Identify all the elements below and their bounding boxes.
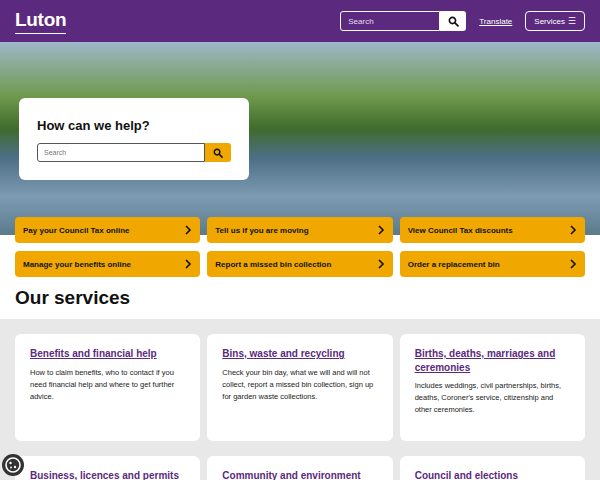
logo[interactable]: Luton	[15, 9, 66, 34]
help-search	[37, 143, 231, 162]
quick-link[interactable]: Pay your Council Tax online	[15, 217, 200, 243]
quick-link[interactable]: View Council Tax discounts	[400, 217, 585, 243]
service-title[interactable]: Bins, waste and recycling	[222, 347, 377, 361]
quick-link[interactable]: Order a replacement bin	[400, 251, 585, 277]
service-title[interactable]: Business, licences and permits	[30, 469, 185, 480]
help-search-input[interactable]	[37, 143, 205, 162]
service-card[interactable]: Council and elections	[400, 456, 585, 480]
search-icon	[213, 148, 223, 158]
quick-link[interactable]: Manage your benefits online	[15, 251, 200, 277]
chevron-right-icon	[569, 225, 577, 235]
quick-link[interactable]: Report a missed bin collection	[207, 251, 392, 277]
header-search-button[interactable]	[440, 11, 466, 31]
help-card: How can we help?	[19, 98, 249, 180]
service-title[interactable]: Benefits and financial help	[30, 347, 185, 361]
cookie-icon	[4, 456, 22, 474]
service-card[interactable]: Community and environment	[207, 456, 392, 480]
service-card[interactable]: Bins, waste and recycling Check your bin …	[207, 334, 392, 441]
translate-link[interactable]: Translate	[479, 17, 512, 26]
services-label: Services	[534, 17, 565, 26]
chevron-right-icon	[377, 259, 385, 269]
chevron-right-icon	[569, 259, 577, 269]
services-section: Benefits and financial help How to claim …	[0, 319, 600, 480]
menu-icon: ☰	[568, 16, 576, 26]
service-card[interactable]: Births, deaths, marriages and ceremonies…	[400, 334, 585, 441]
service-description: How to claim benefits, who to contact if…	[30, 367, 185, 403]
page: Luton Translate Services☰ How can we help? P…	[0, 0, 600, 480]
service-title[interactable]: Births, deaths, marriages and ceremonies	[415, 347, 570, 374]
header: Luton Translate Services☰	[0, 0, 600, 42]
hero-photo: How can we help?	[0, 42, 600, 235]
service-card[interactable]: Benefits and financial help How to claim …	[15, 334, 200, 441]
chevron-right-icon	[184, 259, 192, 269]
cookie-settings-button[interactable]	[2, 454, 24, 476]
quick-link[interactable]: Tell us if you are moving	[207, 217, 392, 243]
help-search-button[interactable]	[205, 143, 231, 162]
service-title[interactable]: Council and elections	[415, 469, 570, 480]
header-search	[340, 11, 466, 31]
chevron-right-icon	[377, 225, 385, 235]
service-description: Includes weddings, civil partnerships, b…	[415, 380, 570, 416]
services-heading: Our services	[15, 287, 585, 309]
search-icon	[448, 16, 459, 27]
services-menu-button[interactable]: Services☰	[525, 11, 585, 31]
chevron-right-icon	[184, 225, 192, 235]
service-description: Check your bin day, what we will and wil…	[222, 367, 377, 403]
quick-links: Pay your Council Tax online Tell us if yo…	[0, 217, 600, 277]
help-heading: How can we help?	[37, 118, 231, 133]
service-title[interactable]: Community and environment	[222, 469, 377, 480]
header-search-input[interactable]	[340, 11, 440, 31]
service-card[interactable]: Business, licences and permits	[15, 456, 200, 480]
